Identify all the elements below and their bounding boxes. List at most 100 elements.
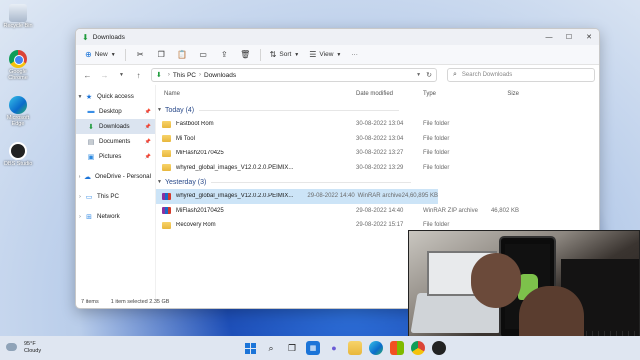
- sidebar-item-network[interactable]: › ⊞ Network: [76, 209, 155, 224]
- chevron-down-icon[interactable]: ▼: [416, 72, 421, 78]
- scissors-icon: ✂: [136, 50, 144, 59]
- chevron-down-icon[interactable]: ▼: [76, 94, 84, 100]
- chevron-right-icon: ›: [167, 72, 170, 78]
- chevron-right-icon: ›: [199, 72, 201, 78]
- refresh-icon[interactable]: ↻: [426, 71, 432, 79]
- file-type: File folder: [423, 164, 450, 171]
- sidebar-item-label: Desktop: [99, 108, 122, 115]
- copy-icon: ❐: [157, 50, 165, 59]
- close-button[interactable]: ✕: [579, 29, 599, 45]
- sidebar-item-quick-access[interactable]: ▼ ★ Quick access: [76, 89, 155, 104]
- search-input[interactable]: ⌕ Search Downloads: [447, 68, 595, 82]
- desktop-recycle-bin[interactable]: Recycle Bin: [3, 4, 33, 29]
- sort-icon: ⇅: [269, 50, 277, 59]
- task-view-button[interactable]: ❐: [285, 341, 299, 355]
- delete-button[interactable]: 🗑: [236, 47, 255, 62]
- minimize-button[interactable]: —: [539, 29, 559, 45]
- chrome-taskbar-button[interactable]: [411, 341, 425, 355]
- arrow-up-icon: ↑: [136, 70, 141, 80]
- up-button[interactable]: ↑: [131, 68, 146, 83]
- table-row[interactable]: MiFlash20170425 30-08-2022 13:27 File fo…: [156, 146, 599, 161]
- chevron-right-icon[interactable]: ›: [76, 214, 84, 220]
- copy-button[interactable]: ❐: [152, 47, 171, 62]
- weather-condition: Cloudy: [24, 348, 42, 354]
- sort-button[interactable]: ⇅ Sort ▼: [266, 47, 304, 62]
- search-icon: ⌕: [453, 71, 457, 78]
- back-button[interactable]: ←: [80, 68, 95, 83]
- sort-label: Sort: [279, 51, 292, 58]
- more-label: ···: [351, 51, 358, 58]
- pin-icon: 📌: [144, 138, 151, 145]
- sidebar-item-label: Network: [97, 213, 120, 220]
- sidebar-item-pictures[interactable]: ▣ Pictures 📌: [76, 149, 155, 164]
- group-header-yesterday[interactable]: ▼ Yesterday (3): [156, 175, 599, 189]
- sidebar-item-label: Downloads: [99, 123, 130, 130]
- file-type: File folder: [423, 150, 450, 157]
- file-name: MiFlash20170425: [176, 207, 224, 214]
- recycle-bin-icon: [9, 4, 27, 22]
- column-header-size[interactable]: Size: [479, 91, 519, 97]
- title-bar[interactable]: ⬇ Downloads — ☐ ✕: [76, 29, 599, 45]
- desktop-chrome[interactable]: Google Chrome: [3, 50, 33, 81]
- selection-info: 1 item selected 2.35 GB: [110, 298, 170, 305]
- sidebar-item-this-pc[interactable]: › ▭ This PC: [76, 189, 155, 204]
- maximize-button[interactable]: ☐: [559, 29, 579, 45]
- desktop-obs[interactable]: OBS Studio: [3, 142, 33, 167]
- group-header-today[interactable]: ▼ Today (4): [156, 103, 599, 117]
- clipboard-icon: 📋: [177, 50, 188, 59]
- edge-taskbar-button[interactable]: [369, 341, 383, 355]
- chevron-right-icon[interactable]: ›: [76, 174, 83, 180]
- file-size: 24,60,895 KB: [401, 193, 438, 200]
- table-row[interactable]: whyred_global_images_V12.0.2.0.PEIMIX...…: [156, 161, 599, 176]
- address-path[interactable]: ⬇ › This PC › Downloads ▼ ↻: [151, 68, 437, 82]
- store-taskbar-button[interactable]: [390, 341, 404, 355]
- file-type: File folder: [423, 135, 450, 142]
- view-button[interactable]: ☰ View ▼: [305, 47, 345, 62]
- obs-taskbar-button[interactable]: [432, 341, 446, 355]
- breadcrumb-this-pc[interactable]: This PC: [173, 72, 196, 79]
- sidebar-item-onedrive[interactable]: › ☁ OneDrive - Personal: [76, 169, 155, 184]
- group-label: Yesterday (3): [164, 178, 207, 186]
- widgets-button[interactable]: ▦: [306, 341, 320, 355]
- chat-button[interactable]: ●: [327, 341, 341, 355]
- table-row[interactable]: Mi Tool 30-08-2022 13:04 File folder: [156, 132, 599, 147]
- winrar-archive-icon: [162, 192, 171, 200]
- chevron-right-icon[interactable]: ›: [76, 194, 84, 200]
- divider: [199, 109, 400, 111]
- pc-icon: ▭: [85, 193, 93, 201]
- network-icon: ⊞: [86, 213, 92, 221]
- file-name: whyred_global_images_V12.0.2.0.PEIMIX...: [176, 164, 294, 171]
- start-button[interactable]: [243, 341, 257, 355]
- desktop-edge[interactable]: Microsoft Edge: [3, 96, 33, 127]
- recent-locations-button[interactable]: ▼: [114, 68, 129, 83]
- new-button[interactable]: ⊕ New ▼: [81, 47, 120, 62]
- file-type: WinRAR archive: [357, 193, 402, 200]
- table-row-selected[interactable]: whyred_global_images_V12.0.2.0.PEIMIX...…: [156, 189, 438, 204]
- sidebar-item-desktop[interactable]: ▬ Desktop 📌: [76, 104, 155, 119]
- sidebar-item-documents[interactable]: ▤ Documents 📌: [76, 134, 155, 149]
- command-bar: ⊕ New ▼ ✂ ❐ 📋 ▭ ⇪ 🗑 ⇅ Sort ▼ ☰ View ▼ ··…: [76, 45, 599, 65]
- forward-button[interactable]: →: [97, 68, 112, 83]
- sidebar-item-downloads[interactable]: ⬇ Downloads 📌: [76, 119, 155, 134]
- share-button[interactable]: ⇪: [215, 47, 234, 62]
- file-date: 30-08-2022 13:29: [356, 164, 404, 171]
- breadcrumb-downloads[interactable]: Downloads: [204, 72, 236, 79]
- file-date: 30-08-2022 13:27: [356, 150, 404, 157]
- paste-button[interactable]: 📋: [173, 47, 192, 62]
- weather-widget[interactable]: 95°F Cloudy: [24, 341, 41, 355]
- view-label: View: [319, 51, 334, 58]
- search-button[interactable]: ⌕: [264, 341, 278, 355]
- table-row[interactable]: Fastboot Rom 30-08-2022 13:04 File folde…: [156, 117, 599, 132]
- task-view-icon: ❐: [287, 342, 297, 353]
- column-header-name[interactable]: Name: [156, 91, 356, 97]
- more-button[interactable]: ···: [347, 47, 362, 62]
- sidebar-item-label: Documents: [99, 138, 131, 145]
- file-explorer-taskbar-button[interactable]: [348, 341, 362, 355]
- column-header-date[interactable]: Date modified: [356, 91, 423, 97]
- column-header-type[interactable]: Type: [423, 91, 479, 97]
- cut-button[interactable]: ✂: [131, 47, 150, 62]
- file-name: whyred_global_images_V12.0.2.0.PEIMIX...: [176, 193, 294, 200]
- rename-button[interactable]: ▭: [194, 47, 213, 62]
- download-icon: ⬇: [88, 123, 94, 131]
- table-row[interactable]: MiFlash20170425 29-08-2022 14:40 WinRAR …: [156, 204, 599, 219]
